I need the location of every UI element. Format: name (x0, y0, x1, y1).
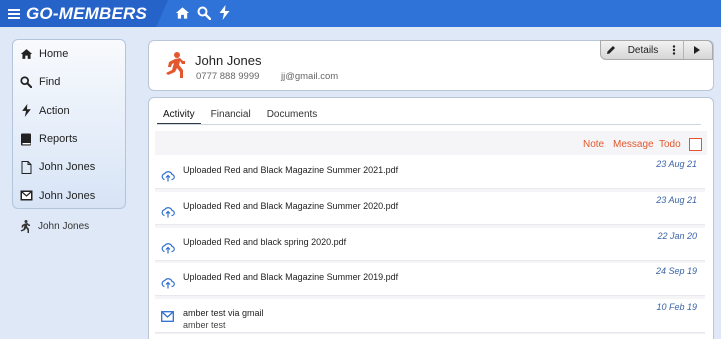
brand-logo: GO-MEMBERS (26, 3, 147, 23)
cloud-upload-icon (161, 241, 175, 254)
tab-documents[interactable]: Documents (261, 108, 324, 125)
sidebar-item-label: John Jones (39, 189, 96, 202)
contact-name: John Jones (195, 53, 262, 68)
todo-checkbox[interactable] (689, 138, 702, 151)
activity-text: Uploaded Red and Black Magazine Summer 2… (183, 201, 399, 211)
top-icon-group (174, 4, 233, 21)
details-button[interactable]: Details (621, 41, 665, 59)
lightning-icon[interactable] (216, 4, 233, 21)
document-icon (19, 160, 33, 174)
expand-icon[interactable] (683, 41, 709, 59)
activity-date: 10 Feb 19 (656, 302, 697, 312)
activity-date: 23 Aug 21 (656, 159, 697, 169)
top-bar: GO-MEMBERS (0, 0, 721, 27)
sidebar: Home Find Action Reports John Jones John… (12, 39, 126, 209)
tab-activity[interactable]: Activity (157, 108, 201, 125)
search-icon (19, 75, 33, 89)
envelope-icon (19, 189, 33, 203)
sidebar-item-label: Home (39, 48, 69, 61)
activity-subtext: amber test (183, 320, 226, 330)
activity-row[interactable]: amber test via gmail amber test 10 Feb 1… (155, 299, 705, 333)
activity-row[interactable]: Uploaded Red and Black Magazine Summer 2… (155, 263, 705, 296)
lightning-icon (19, 104, 33, 118)
sidebar-item-john-jones-runner[interactable]: John Jones (18, 219, 89, 233)
sidebar-item-label: Reports (39, 133, 78, 146)
sidebar-item-home[interactable]: Home (13, 40, 125, 68)
sidebar-item-label: Action (39, 104, 70, 117)
contact-card: John Jones 0777 888 9999 jj@gmail.com De… (148, 40, 714, 91)
activity-text: amber test via gmail (183, 308, 264, 318)
contact-email[interactable]: jj@gmail.com (281, 71, 338, 82)
sidebar-item-john-jones-mail[interactable]: John Jones (13, 181, 125, 209)
activity-row[interactable]: Uploaded Red and Black Magazine Summer 2… (155, 156, 705, 189)
activity-date: 23 Aug 21 (656, 195, 697, 205)
contact-phone: 0777 888 9999 (196, 71, 260, 82)
home-icon (19, 47, 33, 61)
menu-icon[interactable] (8, 8, 20, 19)
activity-panel: Activity Financial Documents Note Messag… (148, 97, 714, 339)
activity-row[interactable]: Uploaded Red and black spring 2020.pdf 2… (155, 228, 705, 261)
more-options-icon[interactable] (665, 41, 683, 59)
sidebar-item-label: John Jones (39, 161, 96, 174)
note-link[interactable]: Note (583, 139, 604, 150)
runner-icon (163, 52, 186, 78)
details-label: Details (627, 44, 659, 56)
book-icon (19, 132, 33, 146)
cloud-upload-icon (161, 276, 175, 289)
message-link[interactable]: Message (613, 139, 654, 150)
sidebar-item-label: Find (39, 76, 61, 89)
edit-icon[interactable] (601, 41, 621, 59)
activity-row[interactable]: Uploaded Red and Black Magazine Summer 2… (155, 192, 705, 225)
activity-date: 22 Jan 20 (657, 231, 697, 241)
details-toolbar: Details (600, 40, 713, 60)
activity-text: Uploaded Red and Black Magazine Summer 2… (183, 165, 399, 175)
envelope-icon (161, 309, 175, 322)
tab-bar: Activity Financial Documents (157, 108, 327, 125)
sidebar-item-action[interactable]: Action (13, 97, 125, 125)
sidebar-extra-label: John Jones (38, 220, 90, 232)
cloud-upload-icon (161, 205, 175, 218)
runner-icon (18, 219, 30, 233)
todo-link[interactable]: Todo (659, 139, 681, 150)
tab-divider (157, 124, 701, 125)
activity-text: Uploaded Red and black spring 2020.pdf (183, 237, 347, 247)
activity-text: Uploaded Red and Black Magazine Summer 2… (183, 272, 399, 282)
sidebar-item-john-jones-document[interactable]: John Jones (13, 153, 125, 181)
cloud-upload-icon (161, 169, 175, 182)
brand-area: GO-MEMBERS (0, 0, 168, 27)
home-icon[interactable] (174, 4, 191, 21)
sidebar-item-reports[interactable]: Reports (13, 125, 125, 153)
activity-date: 24 Sep 19 (655, 266, 697, 276)
search-icon[interactable] (195, 4, 212, 21)
sidebar-item-find[interactable]: Find (13, 68, 125, 96)
tab-financial[interactable]: Financial (205, 108, 257, 125)
